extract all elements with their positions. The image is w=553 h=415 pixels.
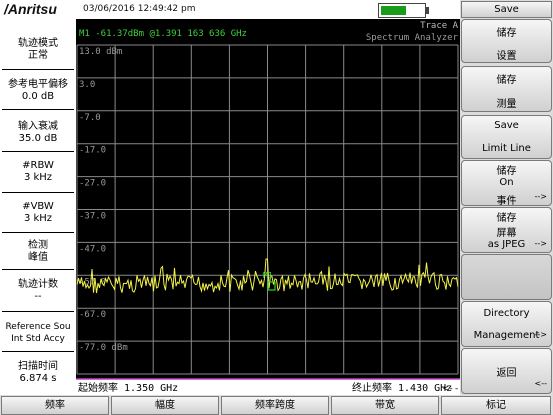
- back-button[interactable]: 返回 <--: [461, 348, 552, 394]
- main-menu-bar: 频率 幅度 频率跨度 带宽 标记: [0, 395, 553, 415]
- tab-bandwidth[interactable]: 带宽: [331, 396, 439, 415]
- y-tick-label: -7.0: [79, 113, 101, 123]
- y-tick-label: 13.0 dBm: [79, 47, 122, 57]
- start-frequency: 起始频率 1.350 GHz: [78, 381, 178, 394]
- spectrum-plot[interactable]: 13.0 dBm 3.0 -7.0 -17.0 -27.0 -37.0 -47.0 -57.0…: [76, 19, 460, 395]
- detection: 检测 峰值: [28, 240, 48, 263]
- trace-label: Trace A: [420, 21, 459, 31]
- y-tick-label: -27.0: [79, 179, 106, 189]
- empty-softkey: [461, 254, 552, 300]
- mode-label: Spectrum Analyzer: [366, 33, 459, 43]
- y-tick-label: -67.0: [79, 310, 106, 320]
- submenu-arrow-icon: -->: [534, 239, 547, 248]
- reference-source: Reference Sou Int Std Accy: [5, 322, 71, 344]
- y-tick-label: -37.0: [79, 212, 106, 222]
- tab-marker[interactable]: 标记: [441, 396, 551, 415]
- input-attenuation: 输入衰减 35.0 dB: [18, 121, 58, 144]
- y-tick-label: 3.0: [79, 80, 95, 90]
- menu-title: Save: [461, 1, 552, 18]
- y-tick-label: -47.0: [79, 244, 106, 254]
- submenu-arrow-icon: -->: [534, 192, 547, 201]
- arrow-icon: <--: [443, 384, 459, 394]
- battery-icon: [378, 3, 429, 18]
- stop-frequency: 终止频率 1.430 GHz: [352, 381, 452, 394]
- battery-level: [381, 6, 407, 15]
- marker-label: M1: [263, 271, 273, 280]
- settings-panel: 轨迹模式 正常 参考电平偏移 0.0 dB 输入衰减 35.0 dB #RBW 3 kH…: [0, 19, 76, 395]
- marker-readout: M1 -61.37dBm @1.391 163 636 GHz: [79, 29, 247, 39]
- directory-management-button[interactable]: Directory Management -->: [461, 301, 552, 347]
- ref-level-offset: 参考电平偏移 0.0 dB: [8, 79, 68, 102]
- tab-span[interactable]: 频率跨度: [221, 396, 329, 415]
- anritsu-logo: /Anritsu: [4, 1, 57, 17]
- softkey-panel: Save 储存 设置 储存 测量 Save Limit Line 储存 On 事…: [460, 0, 553, 395]
- y-tick-label: -17.0: [79, 146, 106, 156]
- rbw: #RBW 3 kHz: [22, 160, 54, 183]
- vbw: #VBW 3 kHz: [22, 201, 54, 224]
- y-tick-label: -77.0 dBm: [79, 343, 128, 353]
- submenu-arrow-icon: -->: [534, 330, 547, 339]
- trace-count: 轨迹计数 --: [18, 279, 58, 302]
- tab-frequency[interactable]: 频率: [1, 396, 109, 415]
- save-screen-jpeg-button[interactable]: 储存 屏幕 as JPEG -->: [461, 207, 552, 253]
- trace-mode: 轨迹模式 正常: [18, 38, 58, 61]
- save-limit-line-button[interactable]: Save Limit Line: [461, 115, 552, 159]
- status-bar: /Anritsu 03/06/2016 12:49:42 pm: [0, 0, 460, 20]
- sweep-time: 扫描时间 6.874 s: [18, 361, 58, 384]
- save-measurement-button[interactable]: 储存 测量: [461, 66, 552, 112]
- save-setup-button[interactable]: 储存 设置: [461, 19, 552, 63]
- datetime: 03/06/2016 12:49:42 pm: [83, 4, 196, 14]
- spectrum-graph[interactable]: 13.0 dBm3.0-7.0-17.0-27.0-37.0-47.0-57.0…: [76, 19, 460, 395]
- back-arrow-icon: <--: [534, 379, 547, 388]
- save-on-event-button[interactable]: 储存 On 事件 -->: [461, 160, 552, 207]
- tab-amplitude[interactable]: 幅度: [111, 396, 219, 415]
